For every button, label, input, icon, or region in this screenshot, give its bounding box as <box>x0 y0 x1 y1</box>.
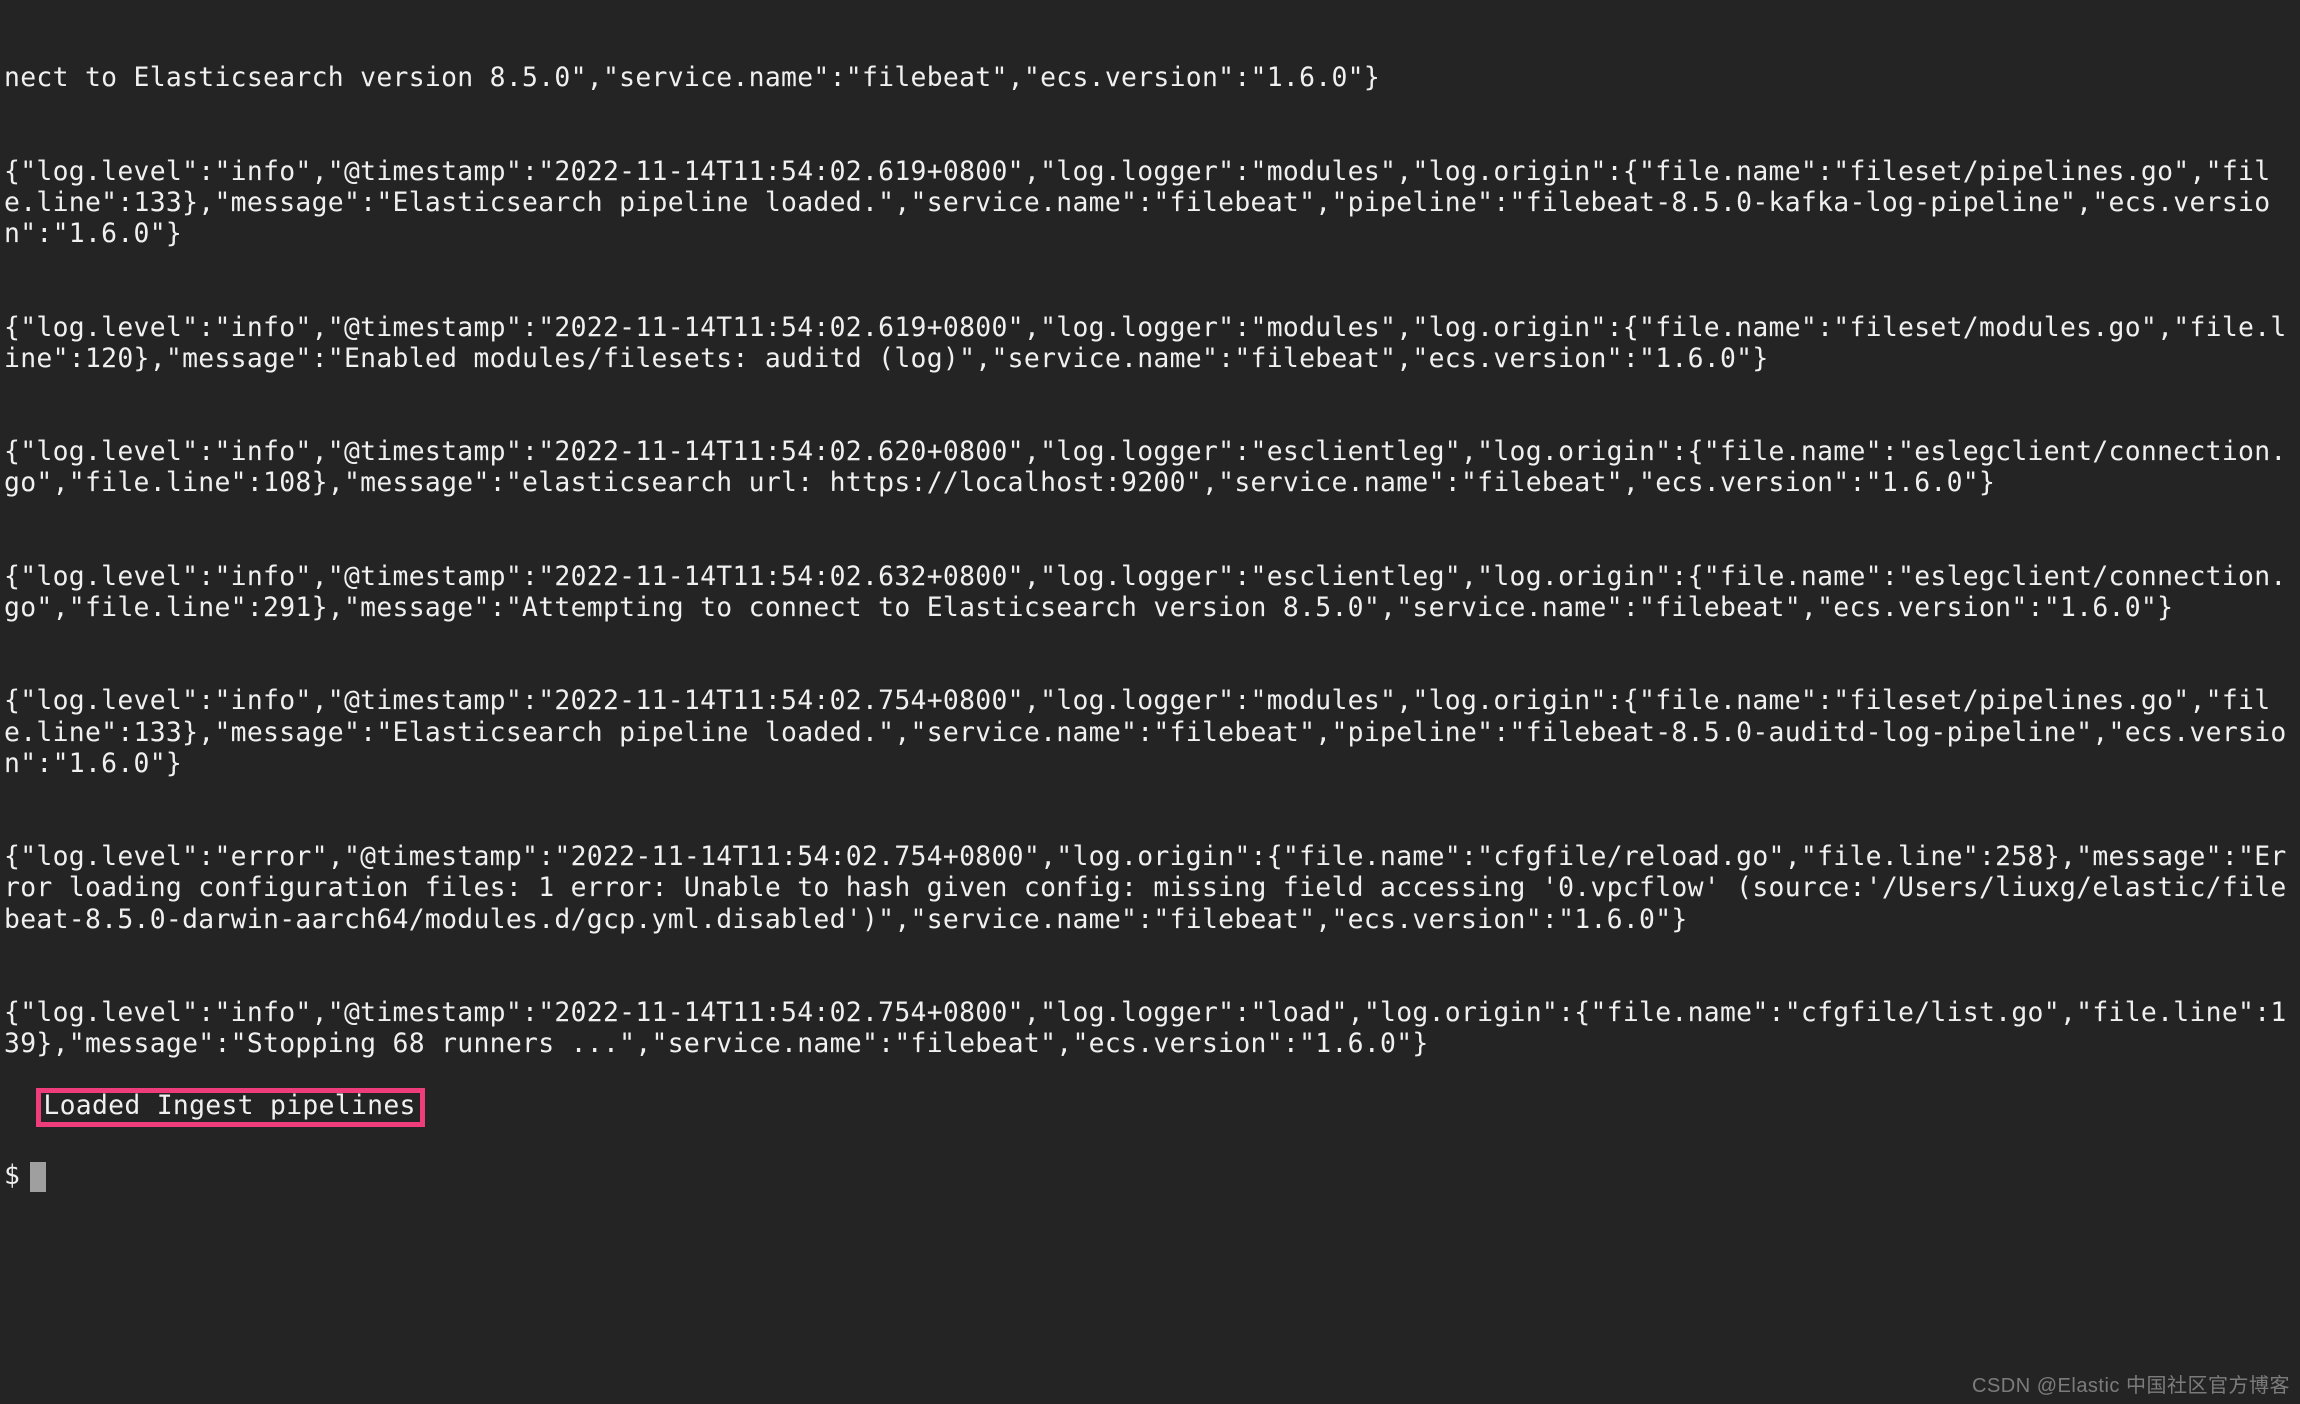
shell-prompt[interactable]: $ <box>4 1160 2296 1192</box>
cursor-icon <box>30 1162 46 1192</box>
loaded-pipelines-highlight: Loaded Ingest pipelines <box>36 1088 424 1126</box>
log-line: {"log.level":"error","@timestamp":"2022-… <box>4 841 2296 934</box>
log-line: {"log.level":"info","@timestamp":"2022-1… <box>4 997 2296 1059</box>
prompt-symbol: $ <box>4 1160 20 1191</box>
log-line: {"log.level":"info","@timestamp":"2022-1… <box>4 436 2296 498</box>
log-line: {"log.level":"info","@timestamp":"2022-1… <box>4 156 2296 249</box>
log-line: {"log.level":"info","@timestamp":"2022-1… <box>4 685 2296 778</box>
log-line: {"log.level":"info","@timestamp":"2022-1… <box>4 312 2296 374</box>
log-line: nect to Elasticsearch version 8.5.0","se… <box>4 62 2296 93</box>
log-line: {"log.level":"info","@timestamp":"2022-1… <box>4 561 2296 623</box>
terminal-output[interactable]: nect to Elasticsearch version 8.5.0","se… <box>0 0 2300 1404</box>
